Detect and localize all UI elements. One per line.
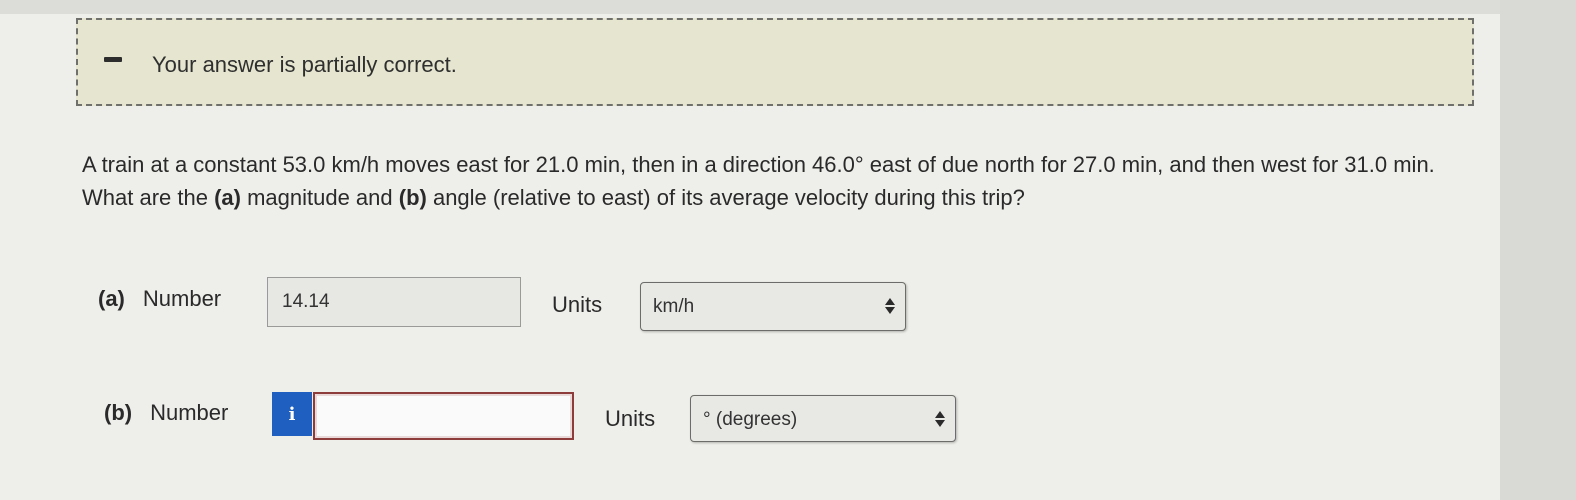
part-a-units-label: Units	[552, 292, 603, 317]
question-text: A train at a constant 53.0 km/h moves ea…	[82, 148, 1442, 214]
part-a-number-label: Number	[142, 286, 222, 311]
select-arrows-icon	[935, 409, 945, 429]
question-middle: magnitude and	[240, 185, 399, 210]
part-b-label: (b) Number	[104, 400, 228, 426]
feedback-message: Your answer is partially correct.	[152, 52, 457, 77]
part-b-number-input[interactable]	[313, 392, 574, 440]
part-a-label: (a) Number	[98, 286, 221, 312]
select-arrows-icon	[885, 296, 895, 316]
part-b-tag: (b)	[104, 400, 133, 425]
right-margin	[1500, 0, 1576, 500]
part-b-units-value: ° (degrees)	[703, 409, 798, 430]
question-ending: angle (relative to east) of its average …	[426, 185, 1025, 210]
part-b-units-select[interactable]: ° (degrees)	[690, 395, 956, 442]
page-top-edge	[0, 0, 1576, 14]
part-a-units-value: km/h	[653, 296, 695, 317]
part-b-units-label: Units	[605, 406, 656, 431]
part-a-number-input[interactable]	[267, 277, 521, 327]
minus-icon	[104, 57, 122, 62]
feedback-banner: Your answer is partially correct.	[76, 18, 1474, 106]
question-part-a-tag: (a)	[214, 185, 241, 210]
part-a-units-select[interactable]: km/h	[640, 282, 906, 331]
part-b-number-label: Number	[150, 400, 229, 425]
info-icon[interactable]: i	[272, 392, 312, 436]
question-part-b-tag: (b)	[398, 185, 427, 210]
part-a-tag: (a)	[98, 286, 125, 311]
